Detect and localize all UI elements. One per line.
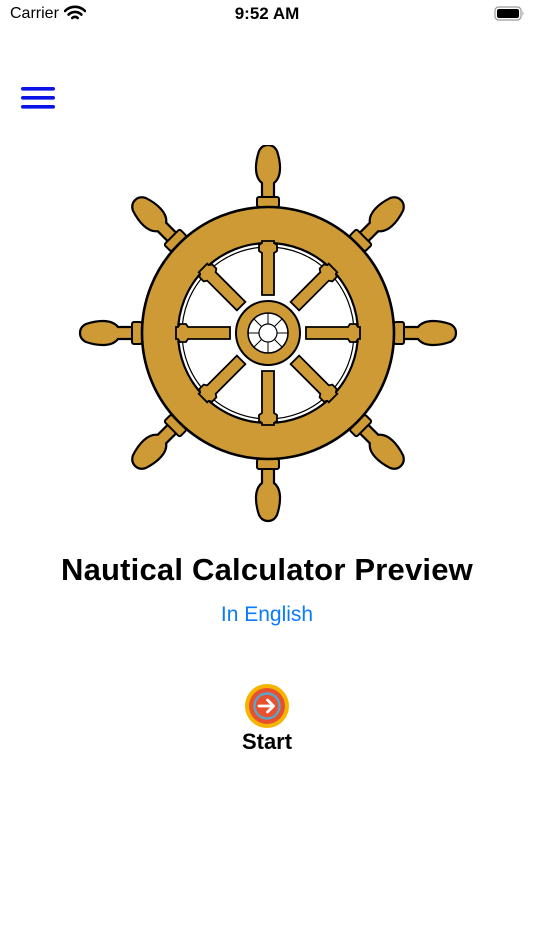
start-label: Start <box>241 729 293 754</box>
language-link[interactable]: In English <box>0 603 534 627</box>
start-button[interactable]: Start <box>217 683 317 758</box>
hamburger-menu-icon <box>21 87 55 109</box>
battery-icon <box>494 6 526 27</box>
ships-wheel-image <box>78 145 458 523</box>
menu-button[interactable] <box>20 85 56 111</box>
status-bar: Carrier 9:52 AM <box>0 0 534 30</box>
status-time: 9:52 AM <box>234 4 300 23</box>
page-title: Nautical Calculator Preview <box>60 552 473 587</box>
arrow-right-circle-icon <box>245 684 289 728</box>
